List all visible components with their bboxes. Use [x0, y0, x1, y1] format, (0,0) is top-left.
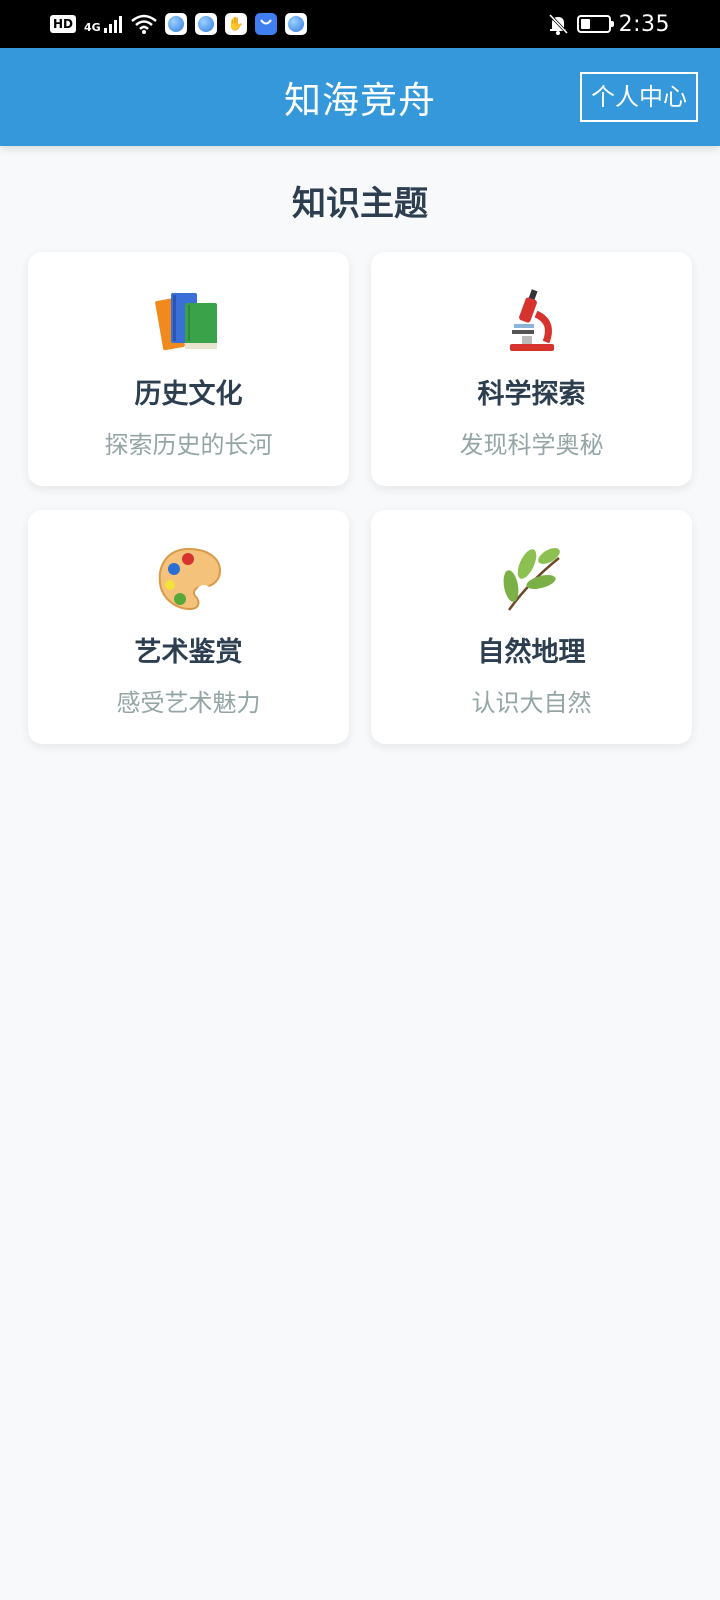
network-type-label: 4G — [84, 21, 101, 34]
store-app-icon — [254, 13, 277, 35]
topic-grid: 历史文化 探索历史的长河 科学探索 发现科学奥秘 艺术鉴赏 感受艺术魅力 自然地… — [28, 252, 692, 744]
topic-name: 艺术鉴赏 — [134, 637, 243, 668]
palette-icon — [154, 544, 224, 614]
topic-desc: 探索历史的长河 — [104, 431, 273, 459]
topic-desc: 感受艺术魅力 — [116, 689, 261, 717]
topic-desc: 发现科学奥秘 — [459, 431, 604, 459]
battery-fill — [580, 19, 590, 29]
herb-icon — [497, 544, 567, 614]
status-right: 2:35 — [547, 12, 670, 37]
browser-app-icon — [164, 13, 187, 35]
microscope-icon — [497, 286, 567, 356]
status-time: 2:35 — [618, 11, 670, 37]
hand-app-icon: ✋ — [224, 13, 247, 35]
topic-card-history[interactable]: 历史文化 探索历史的长河 — [28, 252, 349, 486]
section-title: 知识主题 — [292, 184, 428, 224]
app-header: 知海竞舟 个人中心 — [0, 48, 720, 146]
topic-name: 科学探索 — [477, 379, 586, 410]
browser-app-icon — [194, 13, 217, 35]
hd-badge: HD — [50, 15, 77, 33]
profile-center-button[interactable]: 个人中心 — [580, 72, 698, 122]
topic-card-nature[interactable]: 自然地理 认识大自然 — [371, 510, 692, 744]
books-icon — [154, 286, 224, 356]
signal-icon: 4G — [84, 14, 123, 34]
status-bar: HD 4G ✋ 2:35 — [0, 0, 720, 48]
topic-name: 自然地理 — [477, 637, 586, 668]
bell-muted-icon — [548, 13, 568, 35]
status-left: HD 4G ✋ — [50, 13, 307, 35]
topic-name: 历史文化 — [134, 379, 243, 410]
topic-card-art[interactable]: 艺术鉴赏 感受艺术魅力 — [28, 510, 349, 744]
topic-desc: 认识大自然 — [471, 689, 592, 717]
topic-card-science[interactable]: 科学探索 发现科学奥秘 — [371, 252, 692, 486]
wifi-icon — [130, 14, 157, 34]
battery-icon — [576, 15, 614, 33]
browser-app-icon — [284, 13, 307, 35]
